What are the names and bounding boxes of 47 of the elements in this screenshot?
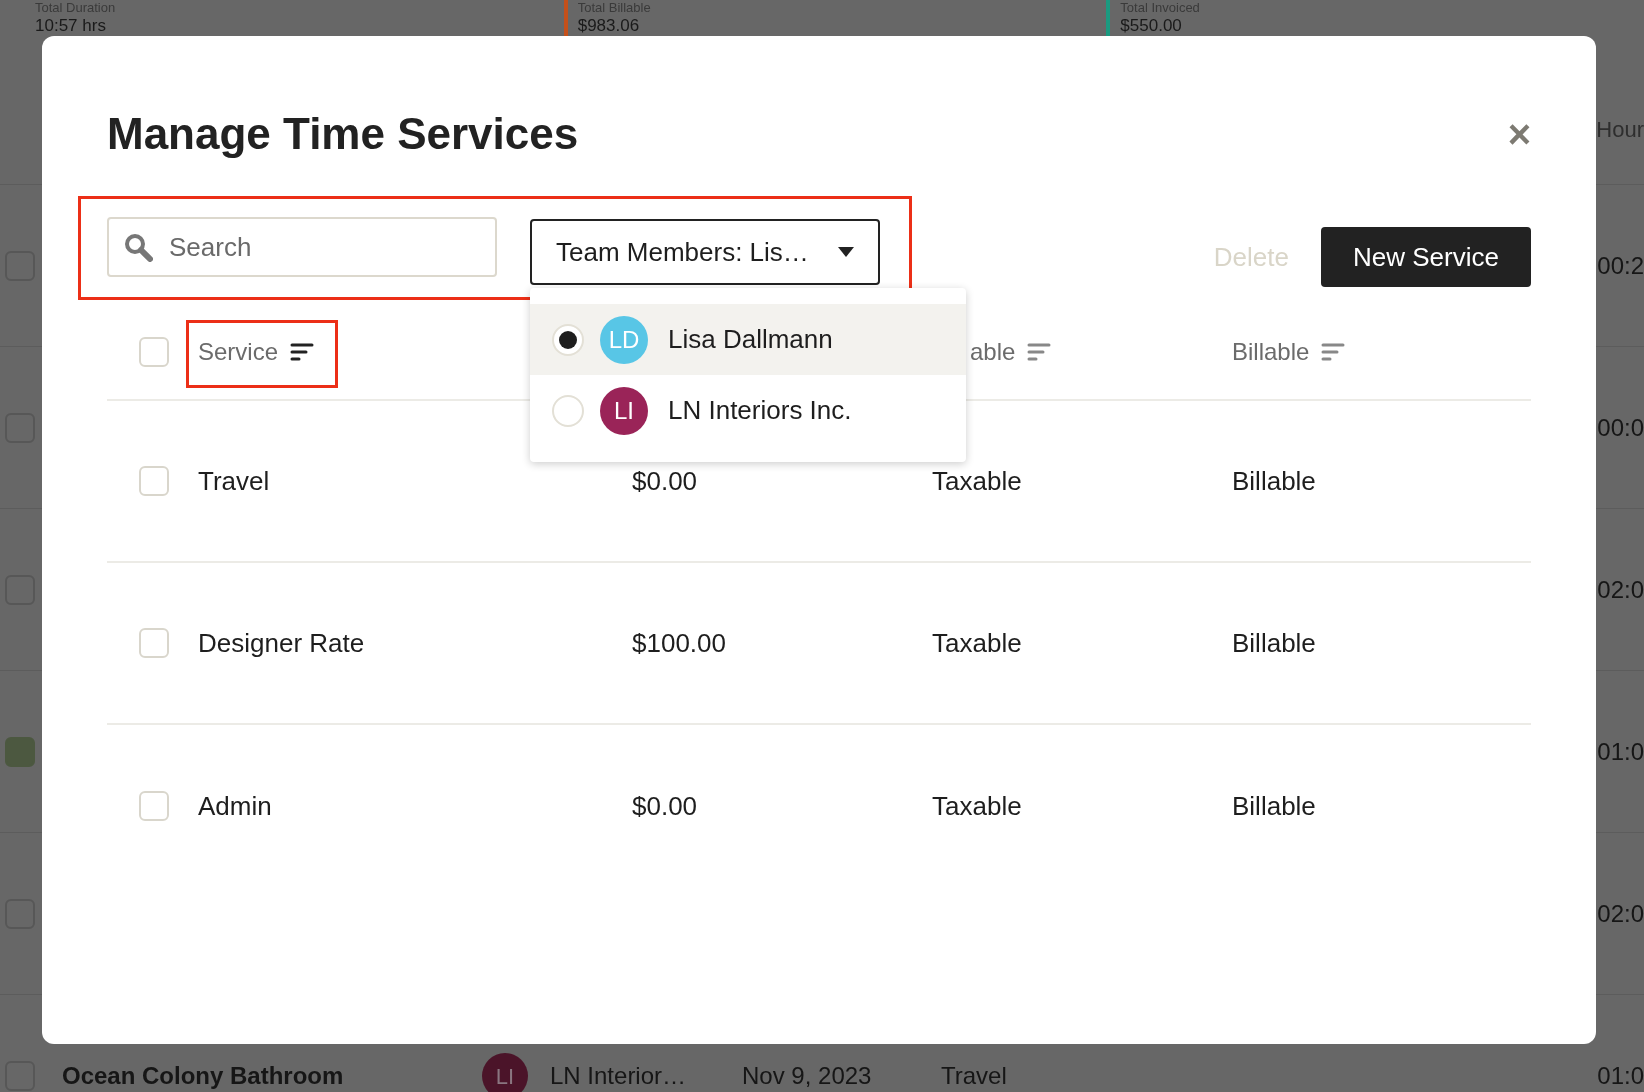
service-name: Travel <box>198 464 271 498</box>
date-text: Nov 9, 2023 <box>742 1061 873 1091</box>
stat-value: $550.00 <box>1120 16 1183 36</box>
hours-value: 01:0 <box>1597 1061 1644 1091</box>
sort-icon[interactable] <box>290 342 315 362</box>
stat-value: 10:57 hrs <box>35 16 107 36</box>
hours-value: 02:0 <box>1597 898 1644 929</box>
team-filter-dropdown[interactable]: Team Members: Lis… <box>530 219 880 285</box>
dialog-title: Manage Time Services <box>107 108 579 160</box>
hours-value: 01:0 <box>1597 736 1644 767</box>
menu-item[interactable]: LD Lisa Dallmann <box>530 304 966 375</box>
column-header[interactable]: able <box>970 334 1016 370</box>
column-header[interactable]: Billable <box>1232 334 1310 370</box>
rate-text: $100.00 <box>632 626 727 660</box>
close-button[interactable]: × <box>1507 114 1531 154</box>
service-name: Admin <box>198 789 273 823</box>
billable-text: Billable <box>1232 789 1316 823</box>
search-icon <box>123 232 153 262</box>
billable-text: Billable <box>1232 626 1316 660</box>
hours-value: 00:2 <box>1597 250 1644 281</box>
menu-item[interactable]: LI LN Interiors Inc. <box>530 375 966 446</box>
radio-button[interactable] <box>552 323 584 356</box>
member-name: LN Interiors Inc. <box>668 394 852 427</box>
stat-value: $983.06 <box>577 16 641 36</box>
hours-value: 02:0 <box>1597 574 1644 605</box>
column-header[interactable]: Service <box>198 334 279 370</box>
avatar: LD <box>600 315 648 364</box>
rate-text: $0.00 <box>632 789 699 823</box>
project-name: Ocean Colony Bathroom <box>62 1061 345 1091</box>
service-name: Travel <box>941 1061 1007 1091</box>
checkbox[interactable] <box>5 736 35 767</box>
taxable-text: Taxable <box>932 464 1023 498</box>
rate-text: $0.00 <box>632 464 699 498</box>
taxable-text: Taxable <box>932 789 1023 823</box>
avatar: LI <box>482 1053 528 1092</box>
caret-icon <box>838 247 854 257</box>
billable-text: Billable <box>1232 464 1316 498</box>
avatar: LI <box>600 386 648 435</box>
radio-button[interactable] <box>552 394 584 427</box>
hours-value: 00:0 <box>1597 412 1644 443</box>
member-name: Lisa Dallmann <box>668 323 833 356</box>
member-name: LN Interior… <box>550 1061 688 1091</box>
search-field[interactable]: Search <box>107 217 497 277</box>
new-service-button[interactable]: New Service <box>1321 227 1531 287</box>
column-header: Hour <box>1596 116 1644 144</box>
service-name: Designer Rate <box>198 626 366 660</box>
taxable-text: Taxable <box>932 626 1023 660</box>
